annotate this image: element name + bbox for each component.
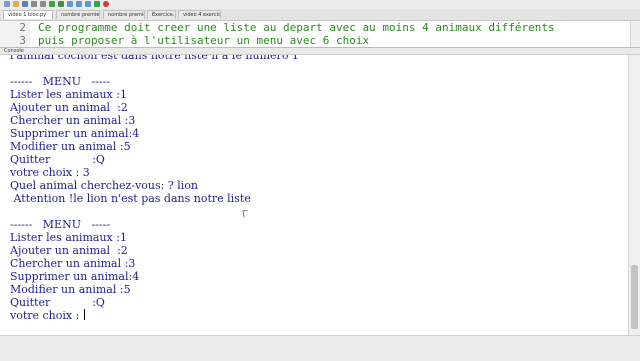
console-tab-label[interactable]: Console [4,48,24,55]
redo-icon[interactable] [40,1,46,7]
console-line-text: Quel animal cherchez-vous: ? lion [10,179,198,192]
console-line-text: Supprimer un animal:4 [10,270,140,283]
debug-icon[interactable] [58,1,64,7]
console-line: ------ MENU ----- [10,218,110,231]
console-line-text: Chercher un animal :3 [10,114,136,127]
line-number: 2 [19,21,26,34]
console-line: Ajouter un animal :2 [10,244,128,257]
console-line-text: ------ MENU ----- [10,218,111,231]
console-scrollbar[interactable] [628,55,640,335]
console-line: Lister les animaux :1 [10,231,127,244]
editor-tab[interactable]: nombre premiers.py [103,10,145,19]
console-line-text: Quitter :Q [10,296,105,309]
console-line: Modifier un animal :5 [10,283,131,296]
console-line-text: Ajouter un animal :2 [10,101,128,114]
console-line: Chercher un animal :3 [10,114,135,127]
run-icon[interactable] [49,1,55,7]
tab-bar: video 1 bloc.pynombre premiers avec list… [0,9,640,21]
console-line-text: votre choix : 3 [10,166,90,179]
step-out-icon[interactable] [85,1,91,7]
step-over-icon[interactable] [67,1,73,7]
console-line-text: Ajouter un animal :2 [10,244,128,257]
editor-scrollbar[interactable] [630,21,640,47]
console-line: Quitter :Q [10,153,105,166]
console-line: ------ MENU ----- [10,75,110,88]
mouse-cursor-icon [242,209,249,218]
console-line: Ajouter un animal :2 [10,101,128,114]
console-line-text: Supprimer un animal:4 [10,127,140,140]
console-line: Supprimer un animal:4 [10,270,139,283]
code-line[interactable]: Ce programme doit creer une liste au dep… [38,21,555,34]
console-scrollbar-thumb[interactable] [631,265,638,329]
console-line-text: Attention !le lion n'est pas dans notre … [10,192,251,205]
console-line: Attention !le lion n'est pas dans notre … [10,192,251,205]
console-line-text: Quitter :Q [10,153,105,166]
line-number-gutter: 2 3 [0,21,30,47]
console-line-text: l'animal cochon est dans notre liste il … [10,55,299,62]
code-editor[interactable]: 2 3 Ce programme doit creer une liste au… [0,21,640,47]
console-header: Console [0,47,640,55]
console-line-text: Modifier un animal :5 [10,283,131,296]
console-line-text: Chercher un animal :3 [10,257,136,270]
console-line-text: Modifier un animal :5 [10,140,131,153]
new-file-icon[interactable] [4,1,10,7]
console-line: Chercher un animal :3 [10,257,135,270]
status-bar [0,335,640,361]
undo-icon[interactable] [31,1,37,7]
toolbar [0,0,640,9]
open-file-icon[interactable] [13,1,19,7]
console-output[interactable]: l'animal cochon est dans notre liste il … [0,55,628,335]
text-cursor [83,309,85,320]
editor-tab[interactable]: video 4 exercice 1.py [178,10,221,19]
console-line-text: ------ MENU ----- [10,75,111,88]
console-line: votre choix : 3 [10,166,90,179]
console-line: Quitter :Q [10,296,105,309]
console-line-text: votre choix : [10,309,83,322]
step-into-icon[interactable] [76,1,82,7]
editor-tab[interactable]: nombre premiers avec liste.py [56,10,100,19]
line-number: 3 [19,34,26,47]
console-line: Lister les animaux :1 [10,88,127,101]
console-line: Modifier un animal :5 [10,140,131,153]
editor-tab[interactable]: Exercice.py [147,10,176,19]
editor-tab[interactable]: video 1 bloc.py [3,10,53,19]
save-icon[interactable] [22,1,28,7]
console-line: Quel animal cherchez-vous: ? lion [10,179,198,192]
resume-icon[interactable] [94,1,100,7]
stop-icon[interactable] [103,1,109,7]
console-prompt-line: votre choix : [10,309,85,322]
console-line: Supprimer un animal:4 [10,127,139,140]
console-line: l'animal cochon est dans notre liste il … [10,55,299,62]
code-line[interactable]: puis proposer à l'utilisateur un menu av… [38,34,369,47]
console-line-text: Lister les animaux :1 [10,231,127,244]
console-line-text: Lister les animaux :1 [10,88,127,101]
